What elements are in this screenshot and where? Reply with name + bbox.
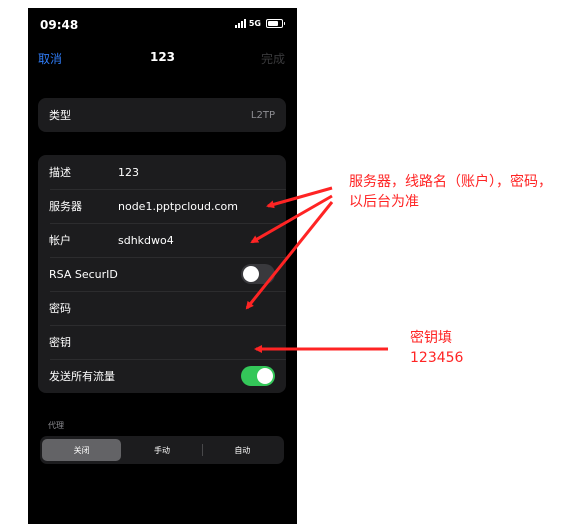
- key-annotation: 密钥填 123456: [410, 328, 530, 368]
- key-annotation-line2: 123456: [410, 350, 464, 366]
- key-annotation-line1: 密钥填: [410, 330, 452, 346]
- arrow-to-server: [266, 186, 333, 209]
- annotation-arrows: [245, 186, 388, 353]
- arrow-to-password: [245, 201, 334, 310]
- server-annotation: 服务器，线路名（账户），密码，以后台为准: [349, 174, 552, 210]
